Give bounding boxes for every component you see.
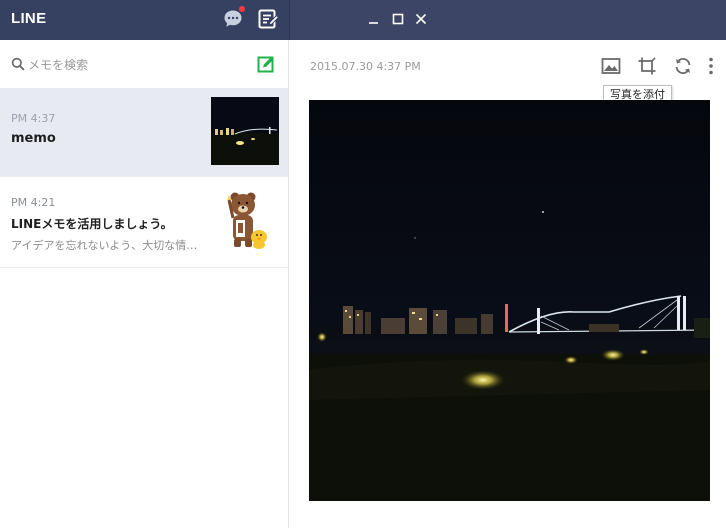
search-bar <box>0 40 288 88</box>
memo-photo <box>309 100 710 501</box>
compose-memo-icon[interactable] <box>257 55 276 74</box>
close-icon[interactable] <box>412 10 430 28</box>
memo-icon[interactable] <box>256 7 280 31</box>
more-icon[interactable] <box>701 56 721 76</box>
memo-list-item[interactable]: PM 4:21 LINEメモを活用しましょう。 アイデアを忘れないよう、大切な情… <box>0 178 288 268</box>
memo-title: memo <box>11 131 56 146</box>
crop-icon[interactable] <box>637 56 657 76</box>
memo-list-item[interactable]: PM 4:37 memo <box>0 88 288 177</box>
memo-time: PM 4:21 <box>11 196 56 209</box>
titlebar-right <box>289 0 726 40</box>
minimize-icon[interactable] <box>365 10 383 28</box>
brown-bear-sticker <box>227 192 267 249</box>
image-icon[interactable] <box>601 56 621 76</box>
memo-list-pane: PM 4:37 memo PM 4:21 LINEメモを活用しましょう。 アイデ… <box>0 40 289 528</box>
search-input[interactable] <box>28 54 228 76</box>
memo-time: PM 4:37 <box>11 112 56 125</box>
memo-thumbnail <box>211 97 279 165</box>
memo-title: LINEメモを活用しましょう。 <box>11 217 173 231</box>
app-logo: LINE <box>11 10 47 27</box>
memo-timestamp: 2015.07.30 4:37 PM <box>310 60 421 73</box>
search-icon <box>11 57 25 71</box>
memo-preview: アイデアを忘れないよう、大切な情… <box>11 239 198 252</box>
notification-dot <box>239 6 245 12</box>
refresh-icon[interactable] <box>673 56 693 76</box>
maximize-icon[interactable] <box>389 10 407 28</box>
titlebar-left: LINE <box>0 0 289 40</box>
